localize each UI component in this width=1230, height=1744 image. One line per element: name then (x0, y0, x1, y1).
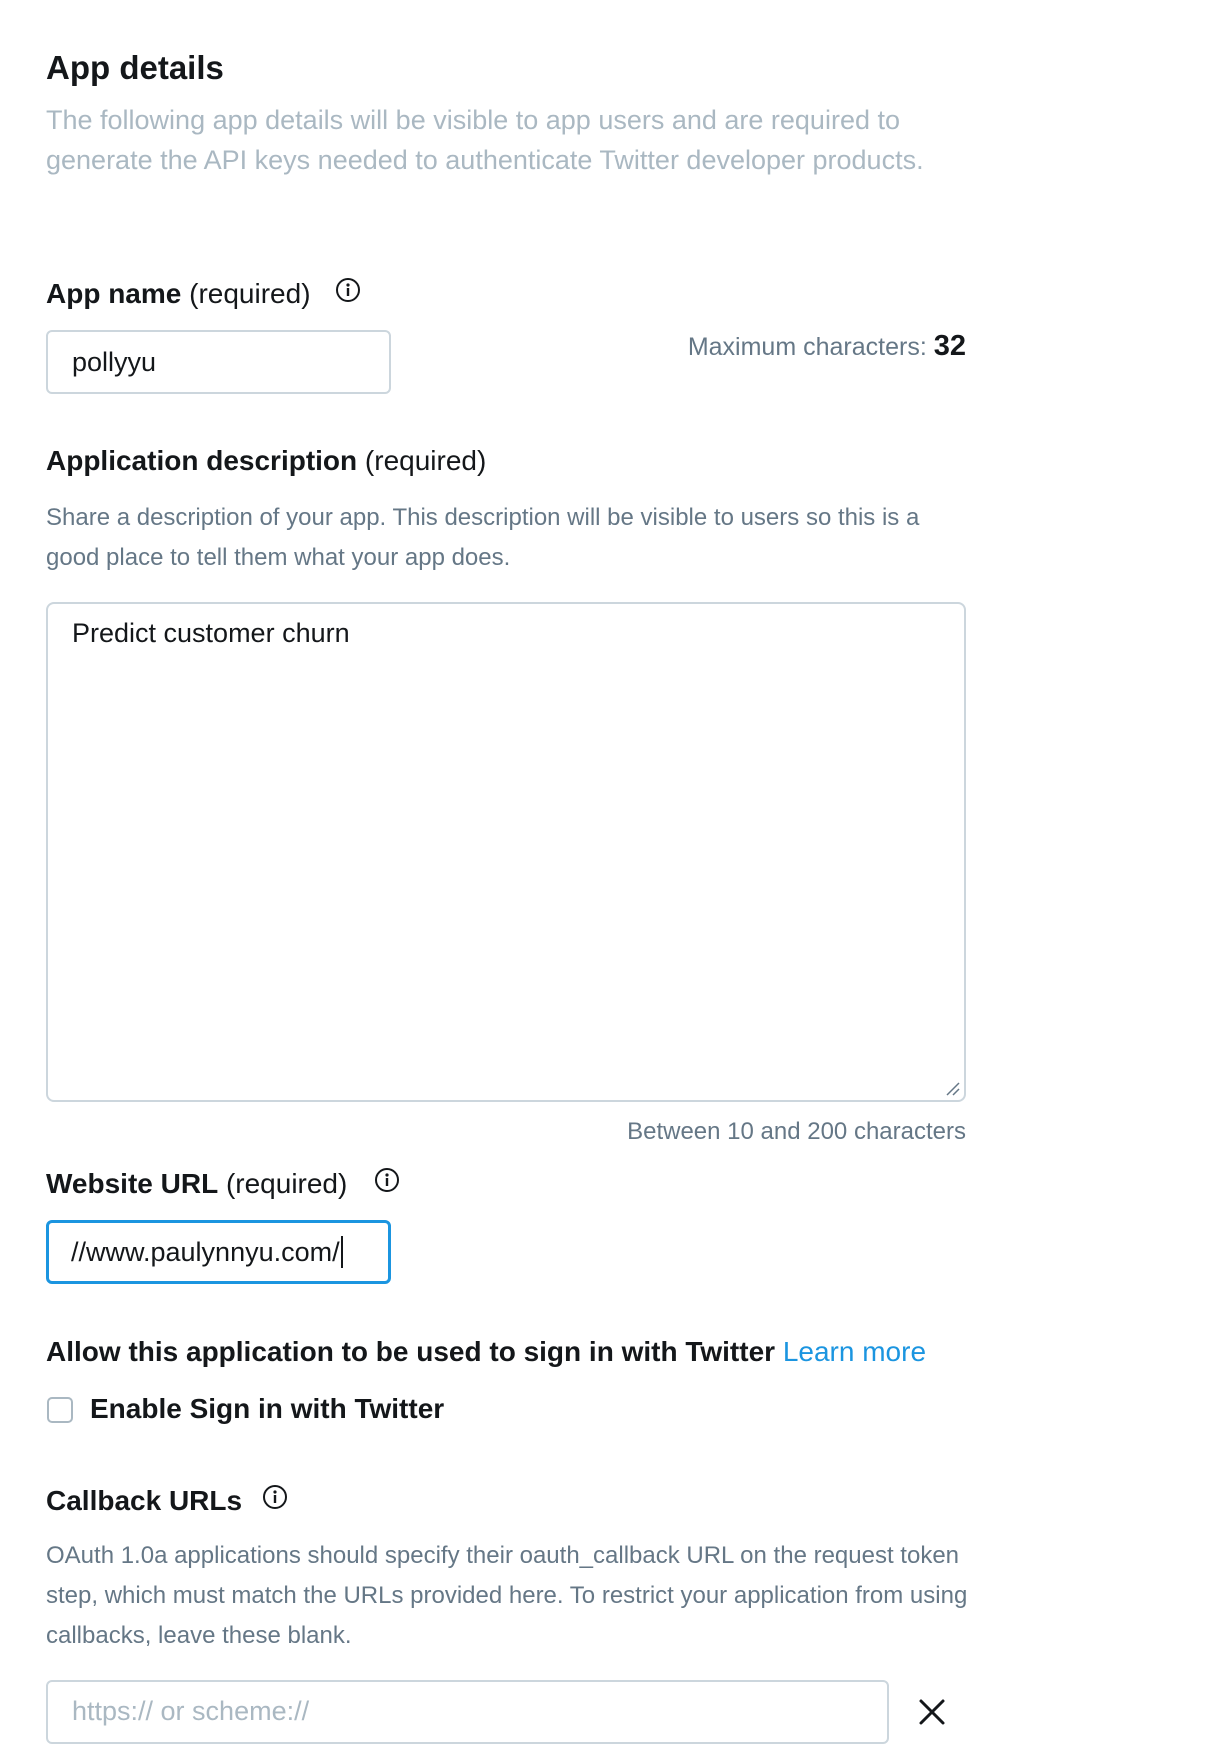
app-name-required: (required) (189, 278, 311, 309)
app-description-helper: Share a description of your app. This de… (46, 504, 920, 571)
callback-urls-label: Callback URLs (46, 1481, 242, 1521)
app-details-form: App details The following app details wi… (0, 0, 1230, 1744)
sign-in-heading-row: Allow this application to be used to sig… (46, 1332, 926, 1372)
learn-more-link[interactable]: Learn more (783, 1336, 926, 1367)
sign-in-heading: Allow this application to be used to sig… (46, 1336, 776, 1367)
max-chars-label: Maximum characters: (687, 333, 927, 361)
info-icon[interactable] (262, 1484, 288, 1510)
website-url-label-text: Website URL (46, 1168, 219, 1199)
app-description-required: (required) (364, 445, 487, 476)
enable-sign-in-checkbox[interactable] (47, 1397, 73, 1423)
website-url-input[interactable]: //www.paulynnyu.com/ (46, 1220, 391, 1284)
callback-urls-helper: OAuth 1.0a applications should specify t… (46, 1542, 968, 1649)
section-title: App details (46, 49, 224, 86)
text-caret (340, 1236, 343, 1268)
enable-sign-in-label[interactable]: Enable Sign in with Twitter (90, 1389, 444, 1429)
app-name-value: pollyyu (72, 346, 157, 377)
app-name-label-text: App name (46, 278, 182, 309)
max-chars-value: 32 (933, 330, 966, 362)
info-icon[interactable] (335, 277, 361, 303)
callback-urls-label-text: Callback URLs (46, 1485, 243, 1516)
enable-sign-in-label-text: Enable Sign in with Twitter (90, 1393, 445, 1424)
app-description-label-text: Application description (46, 445, 358, 476)
app-name-input[interactable]: pollyyu (46, 330, 391, 394)
website-url-required: (required) (225, 1168, 348, 1199)
callback-url-input[interactable]: https:// or scheme:// (46, 1680, 889, 1744)
app-name-max-chars: Maximum characters: 32 (600, 330, 966, 363)
resize-handle-icon[interactable] (944, 1080, 960, 1096)
website-url-label: Website URL (required) (46, 1164, 347, 1204)
close-icon[interactable] (917, 1697, 947, 1727)
app-name-label: App name (required) (46, 274, 311, 314)
app-description-value: Predict customer churn (72, 618, 350, 648)
app-description-limit: Between 10 and 200 characters (627, 1118, 966, 1145)
info-icon[interactable] (374, 1167, 400, 1193)
app-description-label: Application description (required) (46, 441, 486, 481)
app-description-textarea[interactable]: Predict customer churn (46, 602, 966, 1102)
callback-url-placeholder: https:// or scheme:// (72, 1696, 310, 1726)
section-description: The following app details will be visibl… (46, 105, 924, 175)
website-url-value: //www.paulynnyu.com/ (71, 1236, 340, 1267)
